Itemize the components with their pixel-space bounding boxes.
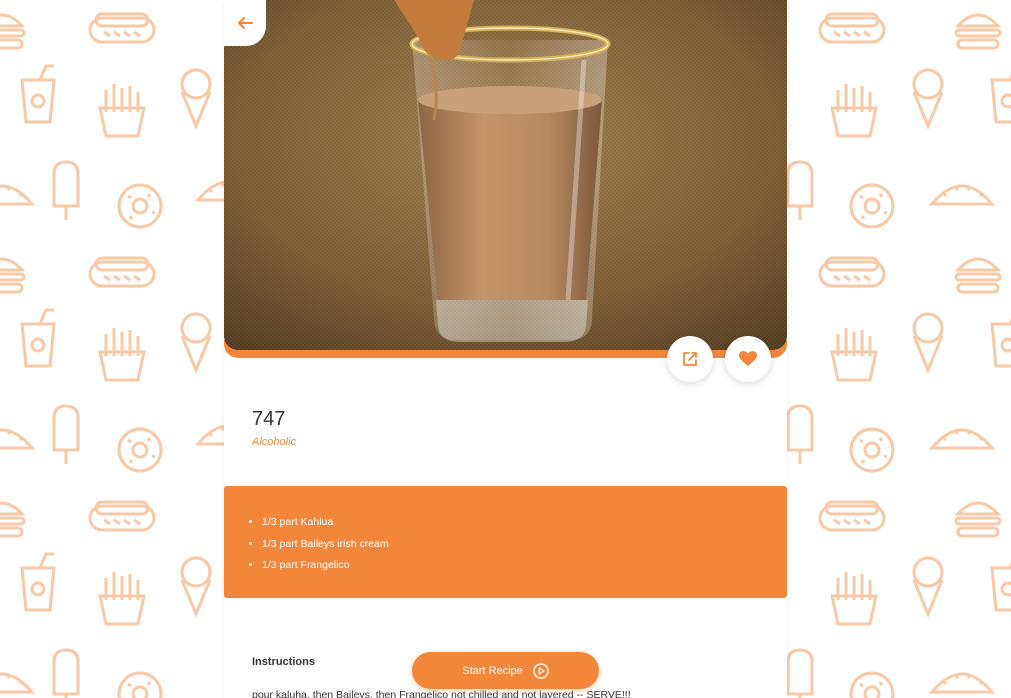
recipe-category: Alcoholic bbox=[252, 436, 297, 448]
heart-icon bbox=[739, 351, 757, 366]
ingredient-item: 1/3 part Frangelico bbox=[262, 555, 787, 577]
favorite-button[interactable] bbox=[725, 336, 771, 382]
drink-photo bbox=[224, 0, 787, 350]
ingredients-list: 1/3 part Kahlua 1/3 part Baileys irish c… bbox=[224, 486, 787, 577]
ingredients-panel: 1/3 part Kahlua 1/3 part Baileys irish c… bbox=[224, 486, 787, 598]
start-recipe-button[interactable]: Start Recipe bbox=[412, 652, 599, 689]
back-button[interactable] bbox=[224, 0, 266, 46]
play-circle-icon bbox=[533, 662, 549, 679]
recipe-title: 747 bbox=[252, 408, 286, 430]
instructions-heading: Instructions bbox=[252, 656, 315, 668]
arrow-left-icon bbox=[238, 17, 253, 29]
external-link-icon bbox=[683, 352, 697, 366]
ingredient-item: 1/3 part Baileys irish cream bbox=[262, 534, 787, 556]
instructions-text: pour kaluha, then Baileys, then Frangeli… bbox=[252, 689, 631, 698]
start-recipe-label: Start Recipe bbox=[462, 664, 523, 677]
ingredient-item: 1/3 part Kahlua bbox=[262, 512, 787, 534]
recipe-image bbox=[224, 0, 787, 350]
share-button[interactable] bbox=[667, 336, 713, 382]
recipe-card: 747 Alcoholic 1/3 part Kahlua 1/3 part B… bbox=[224, 0, 787, 698]
